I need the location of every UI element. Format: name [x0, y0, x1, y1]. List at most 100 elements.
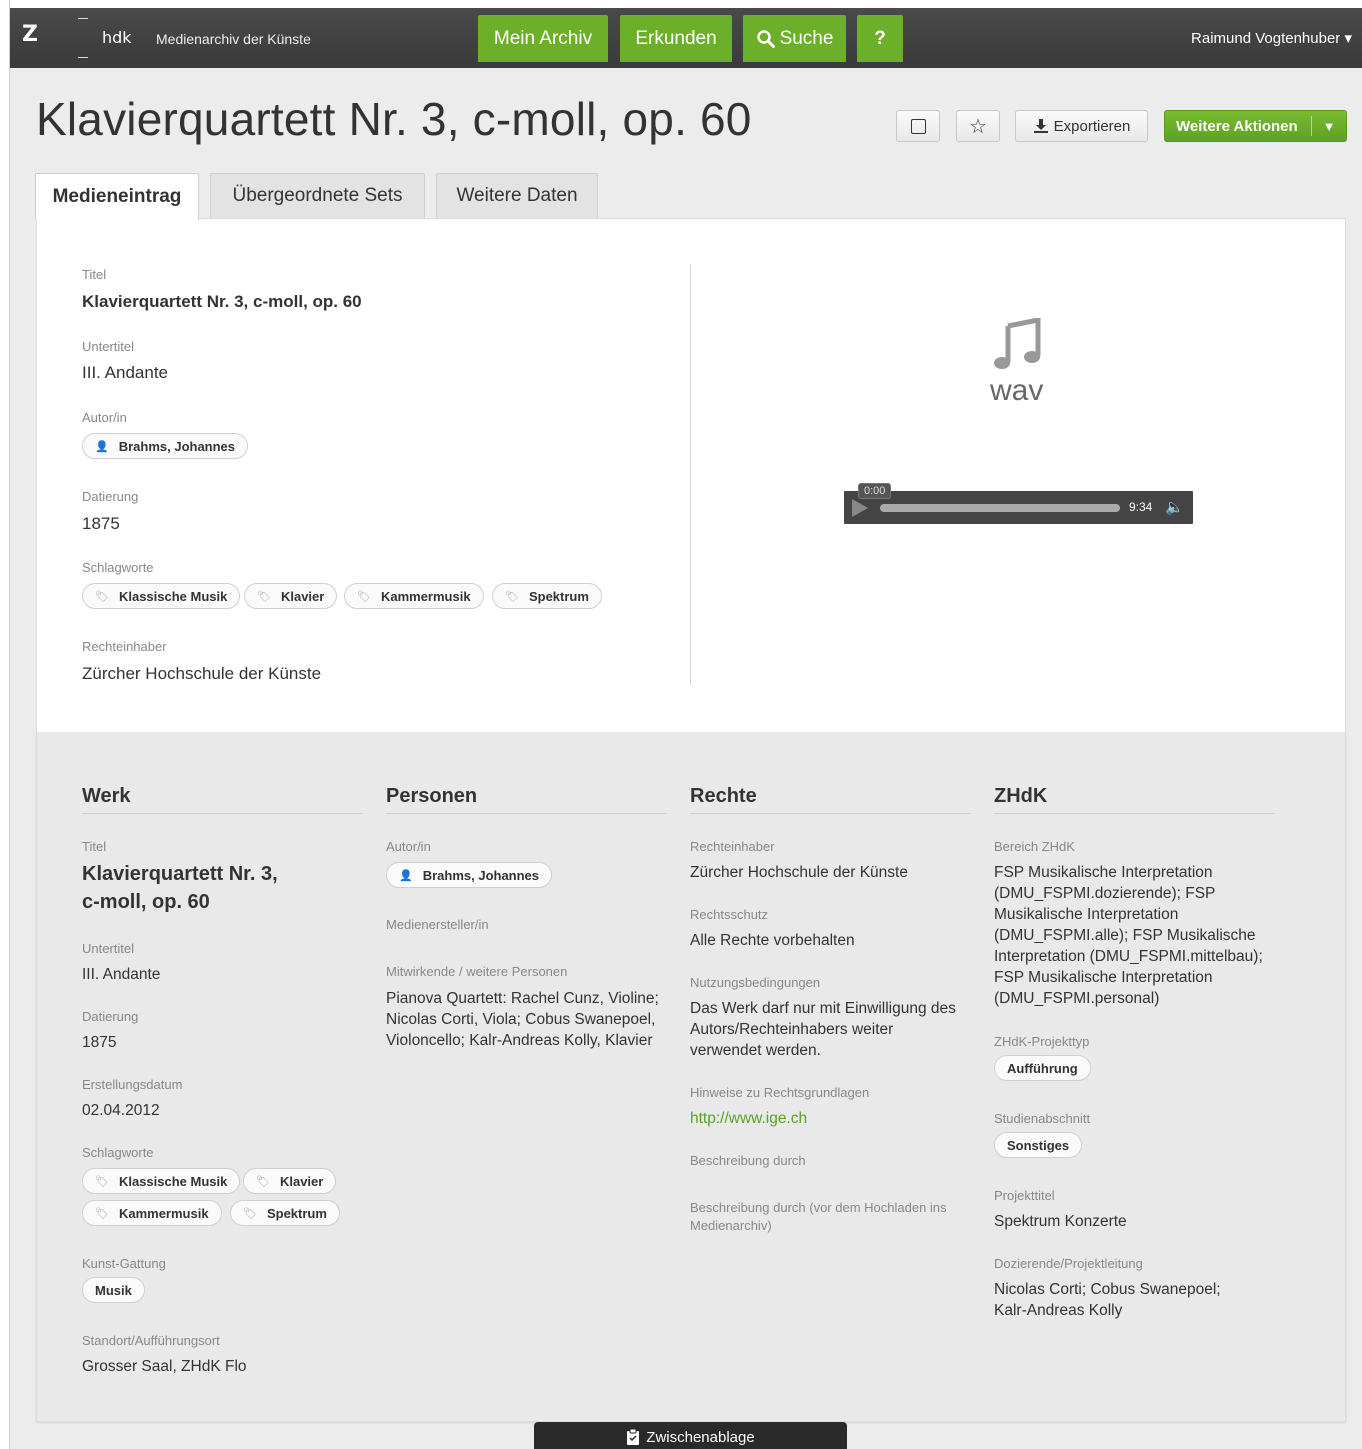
werk-titel-line2: c-moll, op. 60: [82, 891, 210, 913]
tag-icon: 🏷: [505, 590, 519, 603]
werk-schlagworte-label: Schlagworte: [82, 1145, 154, 1160]
select-checkbox-button[interactable]: [896, 110, 940, 142]
star-icon: ☆: [969, 115, 987, 138]
duration: 9:34: [1129, 500, 1153, 514]
tag-icon: 🏷: [357, 590, 371, 603]
summary-titel-value: Klavierquartett Nr. 3, c-moll, op. 60: [82, 292, 362, 311]
keyword-label: Kammermusik: [118, 1205, 209, 1221]
zhdk-bereich-line: FSP Musikalische Interpretation: [994, 864, 1213, 881]
personen-autor-tag[interactable]: 👤 Brahms, Johannes: [386, 862, 553, 888]
nav-mein-archiv-button[interactable]: Mein Archiv: [478, 15, 608, 62]
zhdk-bereich-line: Musikalische Interpretation: [994, 906, 1179, 923]
werk-rule: [82, 813, 363, 814]
volume-icon[interactable]: 🔈: [1165, 498, 1184, 516]
tab-uebergeordnete-sets[interactable]: Übergeordnete Sets: [210, 173, 425, 218]
download-icon: [1033, 119, 1048, 133]
user-menu[interactable]: Raimund Vogtenhuber ▾: [1191, 29, 1352, 47]
summary-schlagworte-label: Schlagworte: [82, 560, 154, 575]
zhdk-projekttyp-tag[interactable]: Aufführung: [994, 1055, 1091, 1081]
zhdk-bereich-line: FSP Musikalische Interpretation: [994, 969, 1213, 986]
zhdk-logo-hdk[interactable]: hdk: [102, 28, 132, 47]
summary-keyword-tag[interactable]: 🏷 Spektrum: [492, 583, 602, 609]
personen-mitwirkende-line: Pianova Quartett: Rachel Cunz, Violine;: [386, 990, 659, 1007]
nav-erkunden-button[interactable]: Erkunden: [620, 15, 732, 62]
summary-autor-value: Brahms, Johannes: [118, 438, 236, 454]
keyword-label: Klavier: [280, 588, 325, 604]
personen-mitwirkende-line: Violoncello; Kalr-Andreas Kolly, Klavier: [386, 1032, 653, 1049]
summary-keyword-tag[interactable]: 🏷 Kammermusik: [344, 583, 484, 609]
rechte-beschreibung-vor-label: Beschreibung durch (vor dem Hochladen in…: [690, 1200, 947, 1215]
summary-untertitel-label: Untertitel: [82, 339, 135, 354]
panel-divider: [690, 265, 691, 685]
zhdk-studienabschnitt-tag[interactable]: Sonstiges: [994, 1132, 1083, 1158]
person-icon: 👤: [95, 440, 109, 453]
werk-standort-value: Grosser Saal, ZHdK Flo: [82, 1358, 247, 1375]
zhdk-bereich-line: Interpretation (DMU_FSPMI.mittelbau);: [994, 948, 1263, 965]
tag-icon: 🏷: [95, 1175, 109, 1188]
tag-icon: 🏷: [257, 590, 271, 603]
personen-rule: [386, 813, 667, 814]
summary-datierung-label: Datierung: [82, 489, 139, 504]
summary-autor-tag[interactable]: 👤 Brahms, Johannes: [82, 433, 249, 459]
audio-progress-slider[interactable]: [880, 504, 1120, 512]
summary-keyword-tag[interactable]: 🏷 Klavier: [244, 583, 338, 609]
werk-keyword-tag[interactable]: 🏷 Kammermusik: [82, 1200, 222, 1226]
music-note-icon: [994, 318, 1041, 369]
page-title: Klavierquartett Nr. 3, c-moll, op. 60: [36, 93, 752, 145]
caret-down-icon[interactable]: ▼: [1312, 119, 1346, 134]
rechte-hinweise-link[interactable]: http://www.ige.ch: [690, 1108, 807, 1129]
rechte-beschreibung-vor-label: Medienarchiv): [690, 1218, 772, 1233]
werk-gattung-tag[interactable]: Musik: [82, 1277, 145, 1303]
personen-medienersteller-label: Medienersteller/in: [386, 917, 489, 932]
app-name[interactable]: Medienarchiv der Künste: [156, 31, 311, 47]
zhdk-bereich-line: (DMU_FSPMI.alle); FSP Musikalische: [994, 927, 1256, 944]
zhdk-projekttitel-label: Projekttitel: [994, 1188, 1055, 1203]
werk-keyword-tag[interactable]: 🏷 Klassische Musik: [82, 1168, 241, 1194]
werk-keyword-tag[interactable]: 🏷 Klavier: [243, 1168, 337, 1194]
zhdk-bereich-line: (DMU_FSPMI.dozierende); FSP: [994, 885, 1216, 902]
zhdk-projekttyp-label: ZHdK-Projekttyp: [994, 1034, 1090, 1049]
werk-keyword-tag[interactable]: 🏷 Spektrum: [230, 1200, 340, 1226]
werk-erstellungsdatum-label: Erstellungsdatum: [82, 1077, 183, 1092]
werk-untertitel-label: Untertitel: [82, 941, 135, 956]
personen-mitwirkende-label: Mitwirkende / weitere Personen: [386, 964, 568, 979]
tag-icon: 🏷: [95, 1207, 109, 1220]
zhdk-studienabschnitt-label: Studienabschnitt: [994, 1111, 1091, 1126]
nav-suche-button[interactable]: Suche: [743, 15, 846, 62]
werk-heading: Werk: [82, 785, 131, 807]
nav-help-button[interactable]: ?: [857, 15, 903, 62]
zhdk-dozierende-label: Dozierende/Projektleitung: [994, 1256, 1143, 1271]
zhdk-heading: ZHdK: [994, 785, 1048, 807]
rechte-hinweise-label: Hinweise zu Rechtsgrundlagen: [690, 1085, 870, 1100]
tab-weitere-daten[interactable]: Weitere Daten: [436, 173, 598, 218]
zhdk-dozierende-line: Kalr-Andreas Kolly: [994, 1302, 1123, 1319]
clipboard-label: Zwischenablage: [646, 1428, 755, 1446]
zhdk-logo-z[interactable]: Z: [22, 22, 38, 47]
summary-autor-label: Autor/in: [82, 410, 127, 425]
rechte-rule: [690, 813, 971, 814]
werk-datierung-label: Datierung: [82, 1009, 139, 1024]
werk-datierung-value: 1875: [82, 1034, 117, 1051]
clipboard-button[interactable]: Zwischenablage: [534, 1422, 847, 1449]
keyword-label: Kammermusik: [380, 588, 471, 604]
tag-icon: 🏷: [243, 1207, 257, 1220]
person-icon: 👤: [399, 869, 413, 882]
rechte-rechteinhaber-value: Zürcher Hochschule der Künste: [690, 864, 908, 881]
summary-keyword-tag[interactable]: 🏷 Klassische Musik: [82, 583, 241, 609]
current-time: 0:00: [858, 483, 892, 499]
favorite-button[interactable]: ☆: [956, 110, 1000, 142]
more-actions-button[interactable]: Weitere Aktionen ▼: [1164, 110, 1347, 142]
keyword-label: Klassische Musik: [118, 588, 228, 604]
play-icon[interactable]: [852, 499, 868, 517]
media-format-label: wav: [990, 374, 1044, 407]
summary-rechteinhaber-value: Zürcher Hochschule der Künste: [82, 664, 322, 683]
werk-untertitel-value: III. Andante: [82, 966, 161, 983]
werk-standort-label: Standort/Aufführungsort: [82, 1333, 220, 1348]
clipboard-icon: [627, 1428, 640, 1445]
export-button[interactable]: Exportieren: [1015, 110, 1148, 142]
personen-mitwirkende-line: Nicolas Corti, Viola; Cobus Swanepoel,: [386, 1011, 656, 1028]
tab-medieneintrag[interactable]: Medieneintrag: [35, 173, 199, 220]
personen-autor-value: Brahms, Johannes: [422, 867, 540, 883]
rechte-nutzung-line: verwendet werden.: [690, 1042, 821, 1059]
zhdk-dozierende-line: Nicolas Corti; Cobus Swanepoel;: [994, 1281, 1221, 1298]
